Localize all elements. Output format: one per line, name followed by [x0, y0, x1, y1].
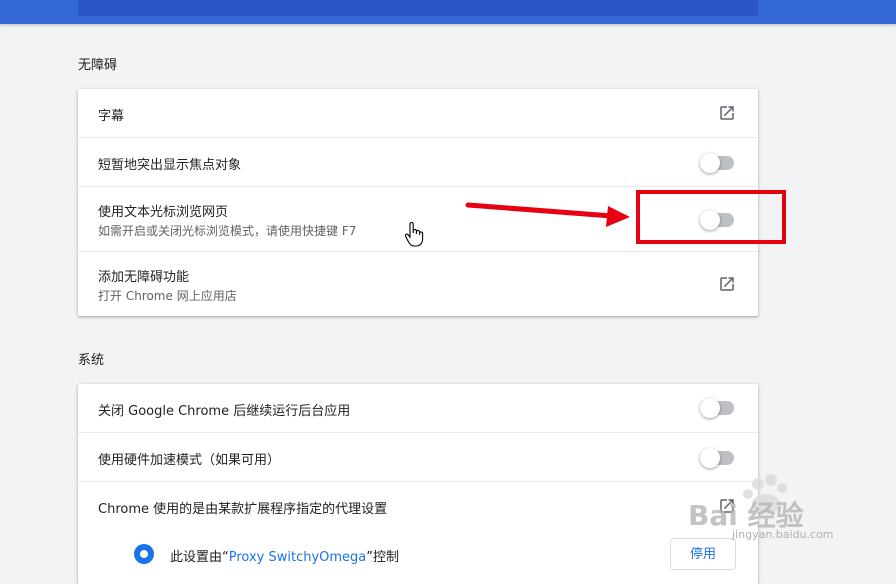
hand-cursor-icon	[404, 222, 424, 247]
watermark: Bai 经验 jingyan.baidu.com	[676, 470, 876, 560]
watermark-url: jingyan.baidu.com	[732, 528, 834, 541]
annotation-highlight-box	[636, 190, 786, 244]
